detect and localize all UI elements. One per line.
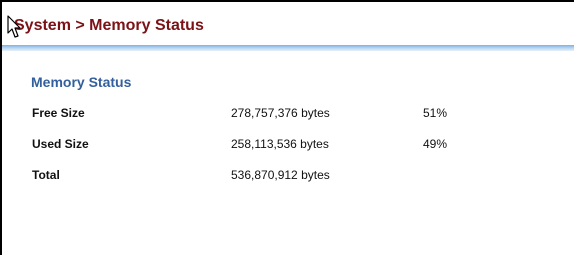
- mouse-pointer-icon: [7, 15, 21, 38]
- used-size-percent: 49%: [423, 137, 448, 151]
- title-bar: System > Memory Status: [2, 8, 574, 51]
- free-size-label: Free Size: [32, 106, 85, 120]
- section-heading: Memory Status: [31, 74, 132, 90]
- page-title: System > Memory Status: [14, 17, 204, 34]
- used-size-value: 258,113,536 bytes: [231, 137, 329, 151]
- total-row: Total 536,870,912 bytes: [2, 168, 574, 186]
- free-size-percent: 51%: [423, 106, 448, 120]
- free-size-value: 278,757,376 bytes: [231, 106, 330, 120]
- memory-status-page: System > Memory Status Memory Status Fre…: [0, 0, 574, 255]
- free-size-row: Free Size 278,757,376 bytes 51%: [2, 106, 574, 124]
- used-size-label: Used Size: [32, 137, 89, 151]
- used-size-row: Used Size 258,113,536 bytes 49%: [2, 137, 574, 155]
- title-divider: [2, 45, 574, 51]
- total-value: 536,870,912 bytes: [231, 168, 330, 182]
- total-label: Total: [32, 168, 60, 182]
